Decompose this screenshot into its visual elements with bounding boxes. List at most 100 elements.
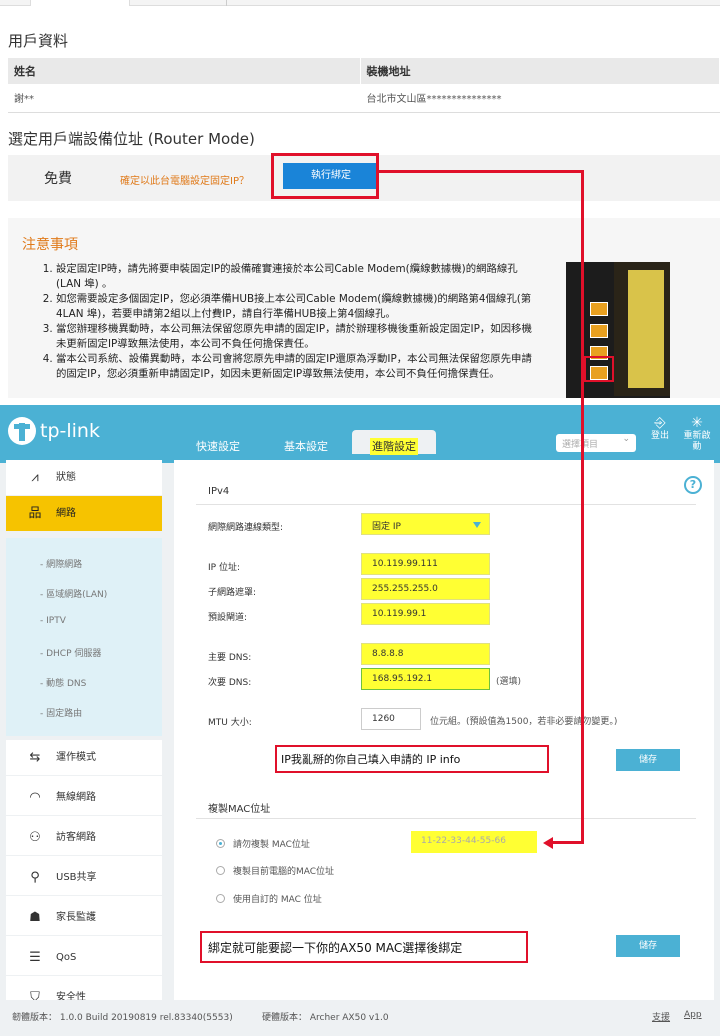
- lan-port: [590, 324, 608, 338]
- mtu-label: MTU 大小:: [208, 718, 252, 728]
- list-item: 當您辦理移機異動時，本公司無法保留您原先申請的固定IP，請於辦理移機後重新設定固…: [56, 322, 540, 352]
- qos-icon: ☰: [29, 950, 41, 965]
- modem-sticker: [628, 270, 664, 388]
- dns2-label: 次要 DNS:: [208, 678, 252, 688]
- mac-title: 複製MAC位址: [208, 804, 271, 815]
- annotation-mac: 綁定就可能要認一下你的AX50 MAC選擇後綁定: [200, 931, 528, 963]
- tab-basic[interactable]: 基本設定: [284, 438, 328, 454]
- search-select[interactable]: 選擇項目: [556, 434, 636, 452]
- radio-label: 請勿複製 MAC位址: [233, 840, 310, 850]
- sidebar-top: ⩘ 狀態 品 網路: [6, 460, 162, 532]
- sidebar-item-label: 網路: [56, 508, 76, 519]
- logout-button[interactable]: ⎆ 登出: [645, 415, 675, 442]
- tab-quick-setup[interactable]: 快速設定: [196, 438, 240, 454]
- tab-advanced[interactable]: 進階設定: [352, 430, 436, 455]
- sidebar-item-label: 訪客網路: [56, 832, 96, 843]
- logout-label: 登出: [650, 431, 669, 441]
- network-subpanel: [6, 538, 162, 736]
- arrow-icon: [543, 837, 553, 849]
- user-info-title: 用戶資料: [8, 32, 69, 50]
- notes-list: 設定固定IP時，請先將要申裝固定IP的設備確實連接於本公司Cable Modem…: [40, 262, 540, 382]
- annotation-ip: IP我亂掰的你自己填入申請的 IP info: [275, 745, 549, 773]
- list-item: 如您需要設定多個固定IP，您必須準備HUB接上本公司Cable Modem(纜線…: [56, 292, 540, 322]
- list-item: 設定固定IP時，請先將要申裝固定IP的設備確實連接於本公司Cable Modem…: [56, 262, 540, 292]
- sidebar-item-label: USB共享: [56, 872, 97, 883]
- ipv4-title: IPv4: [208, 486, 230, 497]
- conn-type-select[interactable]: 固定 IP: [361, 513, 490, 535]
- sidebar-item-label: QoS: [56, 952, 77, 963]
- app-link[interactable]: App: [684, 1010, 702, 1020]
- sub-item-ddns[interactable]: - 動態 DNS: [40, 676, 86, 689]
- sidebar-item-guest[interactable]: ⚇ 訪客網路: [6, 820, 162, 856]
- usb-icon: ⚲: [30, 870, 40, 885]
- reboot-icon: ✳: [691, 415, 703, 431]
- radio-label: 使用自訂的 MAC 位址: [233, 895, 322, 905]
- sidebar-item-label: 運作模式: [56, 752, 96, 763]
- sidebar-item-status[interactable]: ⩘ 狀態: [6, 460, 162, 496]
- sidebar-item-usb[interactable]: ⚲ USB共享: [6, 860, 162, 896]
- dns1-input[interactable]: 8.8.8.8: [361, 643, 490, 665]
- conn-type-label: 網際網路連線類型:: [208, 523, 284, 533]
- save-button[interactable]: 儲存: [616, 935, 680, 957]
- mac-option-custom[interactable]: 使用自訂的 MAC 位址: [216, 892, 322, 905]
- mask-input[interactable]: 255.255.255.0: [361, 578, 490, 600]
- logout-icon: ⎆: [654, 415, 666, 431]
- user-info-table: 姓名 裝機地址 謝** 台北市文山區***************: [8, 58, 720, 113]
- connector-line: [379, 170, 583, 173]
- sidebar-item-label: 無線網路: [56, 792, 96, 803]
- sidebar-item-network[interactable]: 品 網路: [6, 496, 162, 532]
- tab-advanced-label: 進階設定: [370, 438, 418, 455]
- reboot-button[interactable]: ✳ 重新啟動: [682, 415, 712, 453]
- dns1-label: 主要 DNS:: [208, 653, 252, 663]
- confirm-question: 確定以此台電腦設定固定IP？: [120, 176, 249, 187]
- main-content: [174, 460, 714, 1000]
- guest-icon: ⚇: [29, 830, 41, 845]
- mtu-note: 位元組。(預設值為1500，若非必要請勿變更。): [430, 717, 618, 727]
- tplink-logo: tp-link: [8, 417, 100, 445]
- notes-title: 注意事項: [22, 237, 78, 253]
- tplink-logo-icon: [8, 417, 36, 445]
- highlight-port: [584, 356, 614, 382]
- mac-option-clone-current[interactable]: 複製目前電腦的MAC位址: [216, 864, 334, 877]
- radio-icon: [216, 866, 225, 875]
- dns2-input[interactable]: 168.95.192.1: [361, 668, 490, 690]
- sub-item-routing[interactable]: - 固定路由: [40, 706, 82, 719]
- sub-item-lan[interactable]: - 區域網路(LAN): [40, 587, 107, 600]
- save-button[interactable]: 儲存: [616, 749, 680, 771]
- sidebar-item-parental[interactable]: ☗ 家長監護: [6, 900, 162, 936]
- help-icon[interactable]: ?: [684, 476, 702, 494]
- gateway-label: 預設閘道:: [208, 613, 248, 623]
- ip-input[interactable]: 10.119.99.111: [361, 553, 490, 575]
- radio-checked-icon: [216, 839, 225, 848]
- mac-option-no-clone[interactable]: 請勿複製 MAC位址: [216, 837, 310, 850]
- sidebar-item-label: 家長監護: [56, 912, 96, 923]
- sidebar-item-mode[interactable]: ⇆ 運作模式: [6, 740, 162, 776]
- wifi-icon: ◠: [29, 790, 41, 805]
- optional-note: (選填): [496, 677, 522, 687]
- sub-item-iptv[interactable]: - IPTV: [40, 616, 66, 626]
- mode-icon: ⇆: [29, 750, 41, 765]
- sub-item-internet[interactable]: - 網際網路: [40, 557, 82, 570]
- free-label: 免費: [44, 171, 72, 187]
- tplink-logo-text: tp-link: [40, 420, 100, 442]
- router-mode-title: 選定用戶端設備位址 (Router Mode): [8, 130, 255, 148]
- ip-label: IP 位址:: [208, 563, 240, 573]
- sidebar-bottom: ⇆ 運作模式 ◠ 無線網路 ⚇ 訪客網路 ⚲ USB共享 ☗ 家長監護 ☰ QoS ⛉ 安全性: [6, 740, 162, 1016]
- sub-item-dhcp[interactable]: - DHCP 伺服器: [40, 646, 101, 659]
- sidebar-item-wireless[interactable]: ◠ 無線網路: [6, 780, 162, 816]
- support-link[interactable]: 支援: [652, 1010, 670, 1023]
- mac-input[interactable]: 11-22-33-44-55-66: [411, 831, 537, 853]
- hardware-version: 硬體版本： Archer AX50 v1.0: [262, 1013, 389, 1023]
- tab-active-remnant[interactable]: [30, 0, 130, 6]
- table-row: 謝** 台北市文山區***************: [8, 84, 720, 113]
- header-address: 裝機地址: [360, 58, 720, 84]
- sidebar-item-qos[interactable]: ☰ QoS: [6, 940, 162, 976]
- reboot-label: 重新啟動: [683, 431, 711, 452]
- network-icon: 品: [28, 506, 42, 521]
- highlight-bind-box: [271, 153, 379, 199]
- gateway-input[interactable]: 10.119.99.1: [361, 603, 490, 625]
- mtu-input[interactable]: 1260: [361, 708, 421, 730]
- footer: 韌體版本： 1.0.0 Build 20190819 rel.83340(555…: [0, 1000, 720, 1036]
- lan-port: [590, 302, 608, 316]
- divider: [196, 818, 696, 819]
